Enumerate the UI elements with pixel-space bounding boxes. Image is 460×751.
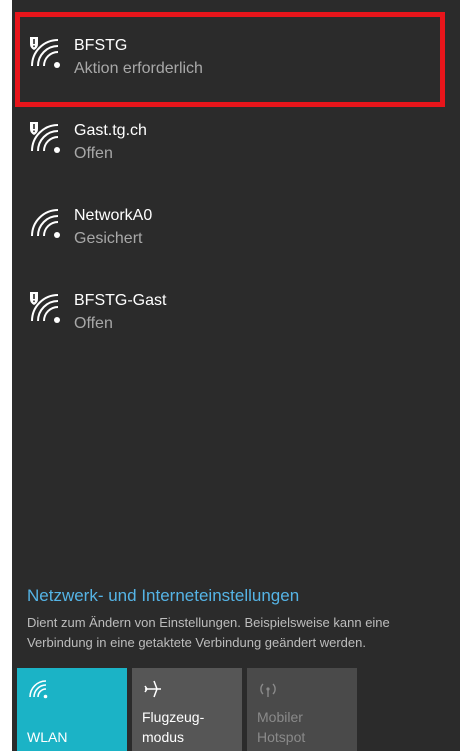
mobile-hotspot-tile[interactable]: Mobiler Hotspot — [247, 668, 357, 751]
network-ssid: Gast.tg.ch — [74, 122, 147, 139]
network-ssid: NetworkA0 — [74, 207, 153, 224]
network-item-gast-tg-ch[interactable]: Gast.tg.ch Offen — [12, 121, 460, 201]
network-flyout: BFSTG Aktion erforderlich Gast.tg.ch Off… — [12, 0, 460, 751]
wlan-tile-label: WLAN — [27, 729, 68, 745]
network-item-bfstg-gast[interactable]: BFSTG-Gast Offen — [12, 291, 460, 371]
highlight-box — [15, 12, 445, 107]
wifi-icon — [29, 680, 48, 699]
wifi-shield-warning-icon — [30, 292, 60, 323]
network-ssid: BFSTG-Gast — [74, 292, 167, 309]
wifi-icon — [31, 209, 60, 238]
network-settings-description: Dient zum Ändern von Einstellungen. Beis… — [27, 615, 390, 650]
hotspot-icon — [260, 683, 276, 697]
wlan-toggle-tile[interactable]: WLAN — [17, 668, 127, 751]
airplane-mode-tile[interactable]: Flugzeug- modus — [132, 668, 242, 751]
network-status: Offen — [74, 145, 113, 162]
hotspot-tile-label: Mobiler Hotspot — [257, 709, 306, 745]
wifi-shield-warning-icon — [30, 122, 60, 153]
airplane-tile-label: Flugzeug- modus — [142, 709, 205, 745]
airplane-icon — [144, 680, 161, 698]
network-item-networka0[interactable]: NetworkA0 Gesichert — [12, 206, 460, 286]
network-status: Gesichert — [74, 230, 143, 247]
network-settings-link[interactable]: Netzwerk- und Interneteinstellungen — [27, 586, 299, 606]
network-status: Offen — [74, 315, 113, 332]
